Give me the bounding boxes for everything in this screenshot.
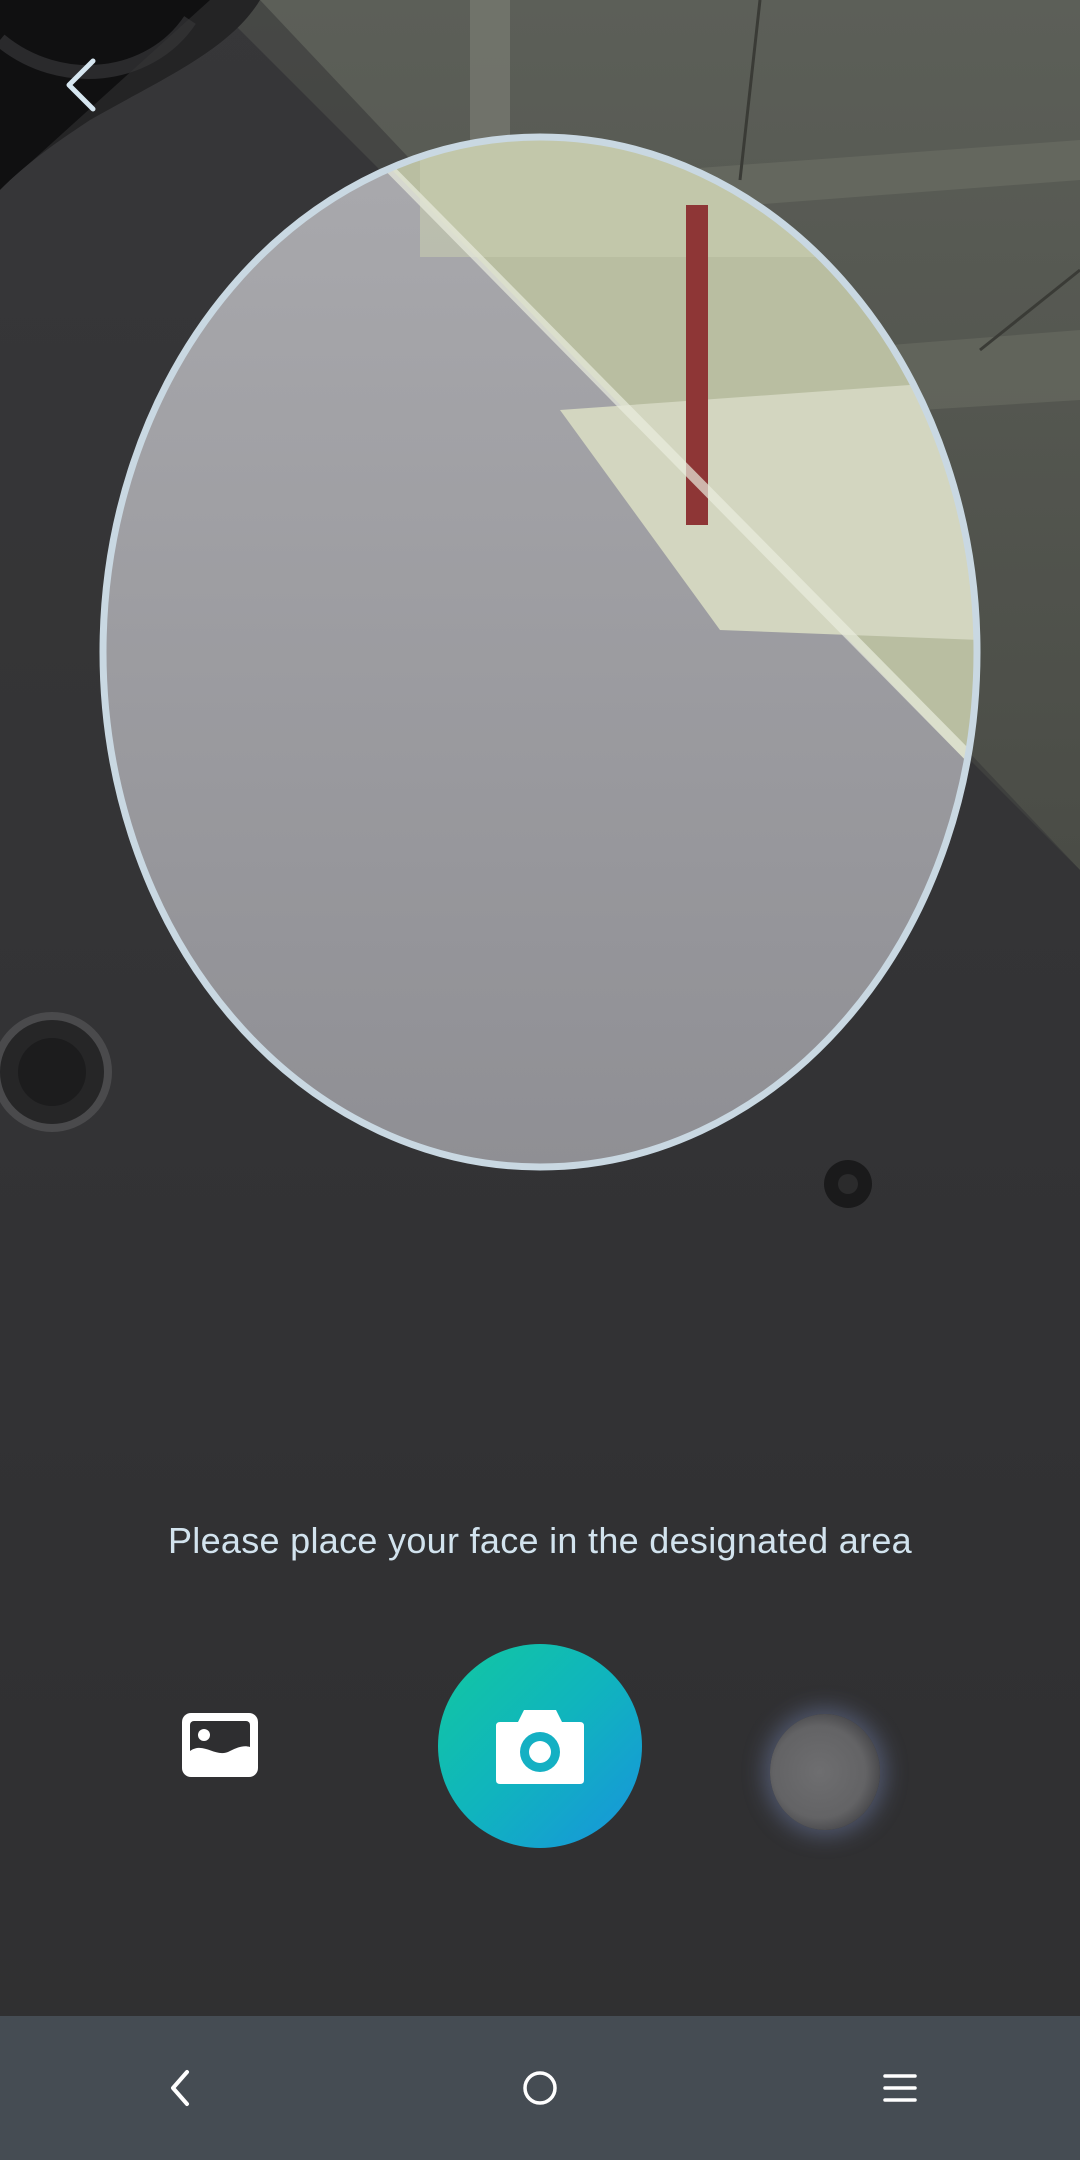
gallery-button[interactable] — [178, 1710, 262, 1780]
back-button[interactable] — [36, 40, 126, 130]
shutter-button[interactable] — [438, 1644, 642, 1848]
nav-home-button[interactable] — [480, 2028, 600, 2148]
nav-home-icon — [523, 2071, 557, 2105]
nav-back-button[interactable] — [120, 2028, 240, 2148]
camera-viewfinder: Please place your face in the designated… — [0, 0, 1080, 2016]
nav-menu-button[interactable] — [840, 2028, 960, 2148]
system-navigation-bar — [0, 2016, 1080, 2160]
nav-menu-icon — [883, 2074, 917, 2102]
face-placement-hint: Please place your face in the designated… — [168, 1520, 912, 1561]
chevron-left-icon — [66, 58, 96, 112]
switch-camera-button[interactable] — [770, 1714, 880, 1830]
nav-back-icon — [171, 2070, 189, 2106]
camera-icon — [496, 1710, 584, 1784]
image-icon — [182, 1713, 258, 1777]
